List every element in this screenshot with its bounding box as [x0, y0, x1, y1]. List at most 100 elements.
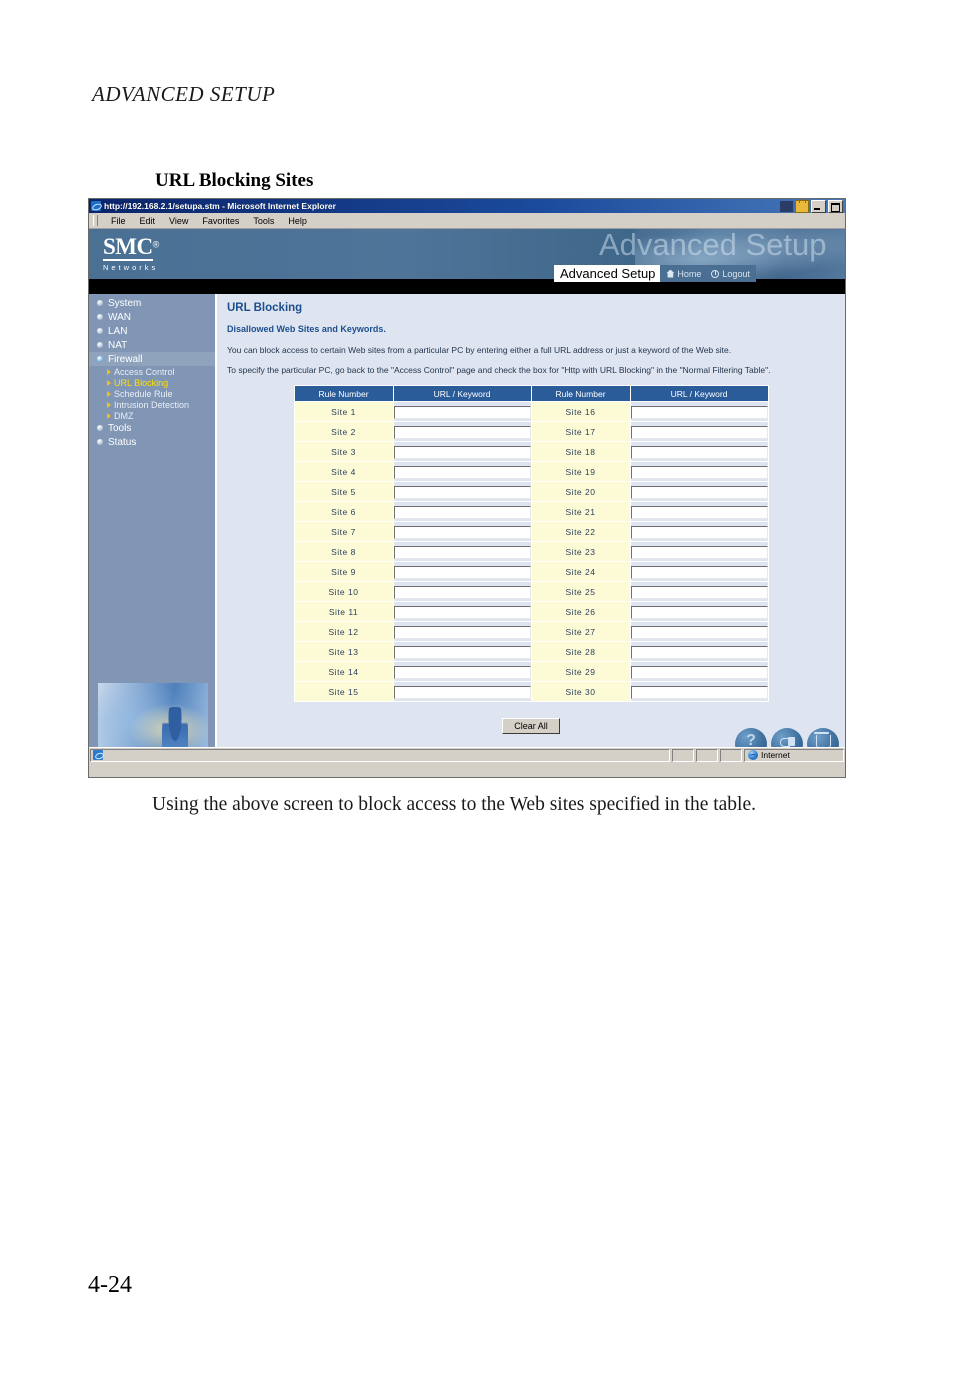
security-zone-label: Internet [761, 750, 790, 760]
sidebar-item-system[interactable]: System [89, 296, 215, 310]
sidebar-nav: System WAN LAN NAT Firewall Access Contr… [89, 294, 215, 449]
rule-number-cell-left: Site 10 [293, 581, 394, 602]
url-keyword-cell-right-input[interactable] [630, 526, 768, 539]
url-keyword-cell-right-input[interactable] [630, 486, 768, 499]
url-keyword-cell-left-input[interactable] [393, 646, 531, 659]
rule-number-cell-left: Site 3 [293, 441, 394, 462]
url-keyword-cell-right-input[interactable] [630, 426, 768, 439]
url-keyword-cell-left-input[interactable] [393, 466, 531, 479]
url-keyword-cell-left-input[interactable] [393, 686, 531, 699]
menu-edit[interactable]: Edit [133, 216, 163, 226]
url-keyword-cell-right-input[interactable] [630, 606, 768, 619]
url-keyword-cell-right-input[interactable] [630, 466, 768, 479]
url-keyword-cell-left-input[interactable] [393, 666, 531, 679]
home-link[interactable]: Home [666, 269, 701, 279]
table-row: Site 11 Site 26 [293, 601, 769, 622]
url-keyword-cell-left-input[interactable] [393, 486, 531, 499]
sidebar-subitem-intrusion-detection[interactable]: Intrusion Detection [89, 399, 215, 410]
tab-advanced-setup[interactable]: Advanced Setup [554, 265, 661, 282]
url-keyword-cell-right [629, 561, 769, 582]
status-pad-1 [672, 748, 694, 762]
content-paragraph-1: You can block access to certain Web site… [227, 345, 732, 355]
url-keyword-cell-right-input[interactable] [630, 546, 768, 559]
table-row: Site 13 Site 28 [293, 641, 769, 662]
url-keyword-cell-left-input[interactable] [393, 586, 531, 599]
url-keyword-cell-left-input[interactable] [393, 446, 531, 459]
chevron-right-icon [107, 379, 111, 386]
logout-link[interactable]: Logout [711, 269, 750, 279]
browser-window: http://192.168.2.1/setupa.stm - Microsof… [88, 198, 846, 778]
table-row: Site 4 Site 19 [293, 461, 769, 482]
header-links: Home Logout [660, 265, 756, 282]
menu-file[interactable]: File [104, 216, 133, 226]
bullet-icon [97, 425, 103, 431]
sidebar-item-firewall[interactable]: Firewall [89, 352, 215, 366]
url-keyword-cell-right-input[interactable] [630, 446, 768, 459]
bullet-icon [97, 300, 103, 306]
url-keyword-cell-right [629, 601, 769, 622]
url-keyword-cell-right-input[interactable] [630, 586, 768, 599]
internet-explorer-icon [91, 201, 101, 211]
rule-number-cell-right: Site 30 [530, 681, 631, 702]
sidebar-item-lan[interactable]: LAN [89, 324, 215, 338]
titlebar-swatch [780, 201, 793, 212]
table-row: Site 10 Site 25 [293, 581, 769, 602]
url-keyword-cell-right [629, 481, 769, 502]
bullet-icon [97, 356, 103, 362]
sidebar-item-wan[interactable]: WAN [89, 310, 215, 324]
menu-view[interactable]: View [162, 216, 195, 226]
url-blocking-table: Rule Number URL / Keyword Rule Number UR… [293, 385, 769, 702]
rule-number-cell-right: Site 25 [530, 581, 631, 602]
rule-number-cell-right: Site 28 [530, 641, 631, 662]
sidebar-subitem-dmz[interactable]: DMZ [89, 410, 215, 421]
url-keyword-cell-left-input[interactable] [393, 606, 531, 619]
running-head: ADVANCED SETUP [92, 82, 275, 107]
url-keyword-cell-left-input[interactable] [393, 546, 531, 559]
menubar-grip[interactable] [93, 215, 98, 226]
status-pad-2 [696, 748, 718, 762]
rule-number-cell-left: Site 13 [293, 641, 394, 662]
url-keyword-cell-left-input[interactable] [393, 506, 531, 519]
url-keyword-cell-left [392, 581, 532, 602]
url-keyword-cell-right-input[interactable] [630, 646, 768, 659]
url-keyword-cell-left-input[interactable] [393, 526, 531, 539]
menu-help[interactable]: Help [281, 216, 314, 226]
rule-number-cell-left: Site 14 [293, 661, 394, 682]
sidebar-item-nat[interactable]: NAT [89, 338, 215, 352]
sidebar-item-tools[interactable]: Tools [89, 421, 215, 435]
url-keyword-cell-right-input[interactable] [630, 666, 768, 679]
url-keyword-cell-right-input[interactable] [630, 686, 768, 699]
url-keyword-cell-right [629, 681, 769, 702]
page-number: 4-24 [88, 1272, 132, 1298]
table-row: Site 12 Site 27 [293, 621, 769, 642]
menu-tools[interactable]: Tools [246, 216, 281, 226]
url-keyword-cell-left-input[interactable] [393, 426, 531, 439]
sidebar-subitem-schedule-rule[interactable]: Schedule Rule [89, 388, 215, 399]
security-zone[interactable]: Internet [744, 748, 844, 762]
clear-all-button[interactable]: Clear All [502, 718, 560, 734]
content-pane: URL Blocking Disallowed Web Sites and Ke… [215, 294, 845, 762]
rule-number-cell-right: Site 22 [530, 521, 631, 542]
url-keyword-cell-left-input[interactable] [393, 566, 531, 579]
rule-number-cell-left: Site 4 [293, 461, 394, 482]
chevron-right-icon [107, 368, 111, 375]
url-keyword-cell-left-input[interactable] [393, 406, 531, 419]
sidebar-subitem-access-control[interactable]: Access Control [89, 366, 215, 377]
browser-titlebar: http://192.168.2.1/setupa.stm - Microsof… [89, 199, 845, 213]
restore-button[interactable] [828, 200, 843, 213]
sidebar-item-label: NAT [108, 339, 128, 351]
url-keyword-cell-left [392, 641, 532, 662]
minimize-button[interactable] [811, 200, 826, 213]
url-keyword-cell-right-input[interactable] [630, 406, 768, 419]
sidebar-subitem-url-blocking[interactable]: URL Blocking [89, 377, 215, 388]
url-keyword-cell-left-input[interactable] [393, 626, 531, 639]
menu-favorites[interactable]: Favorites [195, 216, 246, 226]
url-keyword-cell-right-input[interactable] [630, 626, 768, 639]
rule-number-cell-right: Site 26 [530, 601, 631, 622]
url-keyword-cell-right-input[interactable] [630, 566, 768, 579]
sidebar-item-status[interactable]: Status [89, 435, 215, 449]
document-icon [93, 750, 103, 760]
ui-body: System WAN LAN NAT Firewall Access Contr… [89, 294, 845, 762]
url-keyword-cell-right-input[interactable] [630, 506, 768, 519]
logout-link-label: Logout [722, 268, 750, 279]
